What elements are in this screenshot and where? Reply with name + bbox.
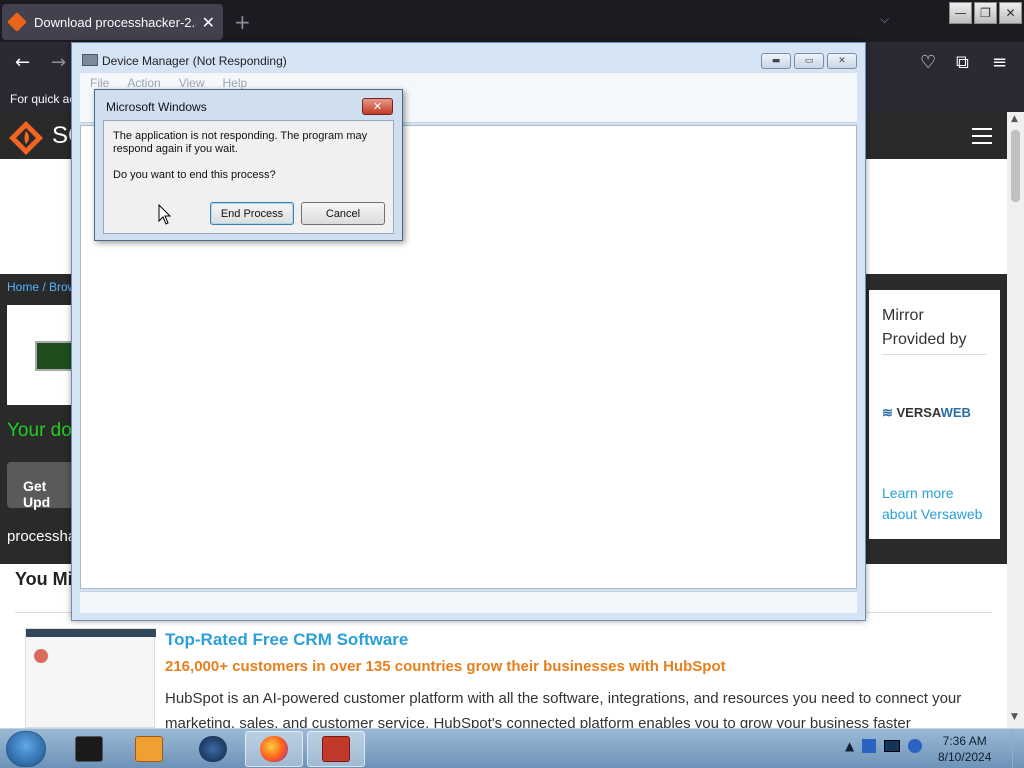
dm-close-button[interactable]: ✕	[827, 53, 857, 69]
filename-text: processha	[7, 528, 77, 545]
app-menu-icon[interactable]: ≡	[992, 52, 1007, 73]
device-manager-title: Device Manager (Not Responding)	[102, 54, 287, 68]
dialog-title: Microsoft Windows	[106, 100, 207, 114]
browser-window-controls: — ❐ ✕	[949, 2, 1022, 24]
terminal-icon	[75, 736, 103, 762]
clock-date: 8/10/2024	[938, 750, 992, 764]
browser-minimize-button[interactable]: —	[949, 2, 972, 24]
browser-tab-bar: Download processhacker-2.39- ✕ + ⌵ — ❐ ✕	[0, 0, 1024, 42]
scroll-down-icon[interactable]: ▼	[1011, 712, 1018, 722]
forward-arrow-icon[interactable]: →	[51, 52, 66, 73]
browser-maximize-button[interactable]: ❐	[974, 2, 997, 24]
dm-maximize-button[interactable]: ▭	[794, 53, 824, 69]
ad-title-link[interactable]: Top-Rated Free CRM Software	[165, 630, 408, 650]
sourceforge-favicon-icon	[7, 12, 27, 32]
system-clock[interactable]: 7:36 AM 8/10/2024	[938, 733, 991, 765]
extensions-icon[interactable]: ⧉	[956, 52, 969, 73]
dialog-body: The application is not responding. The p…	[103, 120, 394, 234]
globe-icon	[199, 736, 227, 762]
scroll-up-icon[interactable]: ▲	[1011, 114, 1018, 124]
show-desktop-button[interactable]	[1012, 729, 1024, 768]
taskbar-terminal[interactable]	[60, 731, 118, 767]
taskbar-network[interactable]	[184, 731, 242, 767]
clock-time: 7:36 AM	[942, 734, 987, 748]
sourceforge-logo-icon[interactable]	[8, 120, 44, 156]
device-manager-titlebar[interactable]: Device Manager (Not Responding) ▬ ▭ ✕	[72, 43, 865, 73]
toolbox-icon	[322, 736, 350, 762]
dialog-close-button[interactable]: ✕	[362, 98, 393, 115]
mirror-box: Mirror Provided by ≋ VERSAWEB Learn more…	[869, 290, 1000, 539]
ad-subtitle: 216,000+ customers in over 135 countries…	[165, 658, 726, 675]
taskbar-firefox[interactable]	[245, 731, 303, 767]
page-scrollbar[interactable]: ▲ ▼	[1007, 112, 1024, 728]
section-heading: You Mi	[15, 569, 73, 589]
app-thumbnail	[7, 305, 77, 405]
dialog-question: Do you want to end this process?	[113, 169, 276, 181]
network-icon[interactable]	[884, 740, 901, 752]
get-updates-button[interactable]: Get Upd	[7, 462, 77, 510]
end-process-button[interactable]: End Process	[210, 202, 294, 225]
not-responding-dialog: Microsoft Windows ✕ The application is n…	[94, 89, 403, 241]
mouse-cursor-icon	[158, 204, 172, 225]
tab-list-chevron-icon[interactable]: ⌵	[880, 12, 889, 27]
avatar	[34, 649, 48, 663]
volume-icon[interactable]	[908, 739, 923, 753]
flag-icon[interactable]	[862, 739, 877, 753]
back-arrow-icon[interactable]: ←	[15, 52, 30, 73]
start-button[interactable]	[6, 731, 46, 767]
device-manager-window-controls: ▬ ▭ ✕	[761, 53, 857, 69]
mirror-title: Mirror Provided by	[882, 304, 987, 355]
tab-title: Download processhacker-2.39-	[34, 14, 196, 30]
learn-more-link[interactable]: Learn more about Versaweb	[882, 483, 987, 525]
tab-close-icon[interactable]: ✕	[202, 13, 215, 32]
versaweb-mark-icon: ≋	[882, 405, 897, 420]
scroll-thumb[interactable]	[1011, 130, 1020, 202]
status-bar	[80, 591, 857, 613]
ad-thumbnail[interactable]	[25, 628, 156, 728]
tray-arrow-icon[interactable]: ▲	[845, 739, 854, 753]
pocket-icon[interactable]: ♡	[920, 52, 936, 73]
download-message: Your do	[7, 420, 72, 441]
browser-close-button[interactable]: ✕	[999, 2, 1022, 24]
taskbar-media-player[interactable]	[120, 731, 178, 767]
system-tray: ▲	[845, 739, 923, 753]
cancel-button[interactable]: Cancel	[301, 202, 385, 225]
media-player-icon	[135, 736, 163, 762]
taskbar: ▲ 7:36 AM 8/10/2024	[0, 728, 1024, 768]
device-manager-icon	[82, 54, 98, 66]
site-menu-icon[interactable]	[972, 128, 992, 144]
browser-tab[interactable]: Download processhacker-2.39- ✕	[2, 4, 223, 40]
firefox-icon	[260, 736, 288, 762]
ad-description: HubSpot is an AI-powered customer platfo…	[165, 690, 962, 728]
dialog-message: The application is not responding. The p…	[113, 130, 368, 155]
breadcrumb[interactable]: Home / Brow	[7, 280, 76, 294]
taskbar-device-manager[interactable]	[307, 731, 365, 767]
versaweb-logo[interactable]: ≋ VERSAWEB	[882, 405, 987, 421]
dm-minimize-button[interactable]: ▬	[761, 53, 791, 69]
new-tab-button[interactable]: +	[234, 10, 251, 34]
